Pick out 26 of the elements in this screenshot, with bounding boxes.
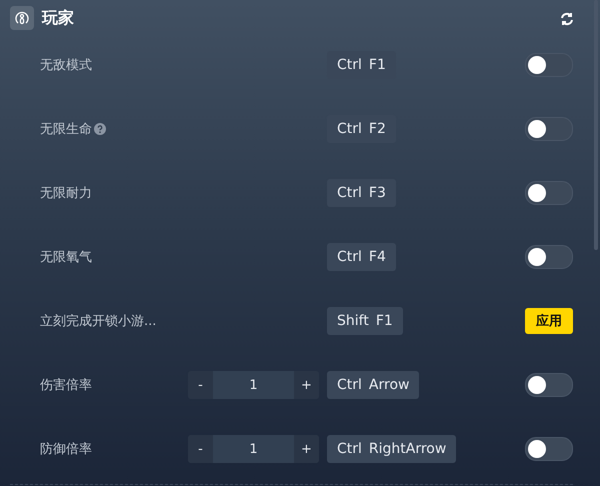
hotkey-button[interactable]: Shift F1 [327,307,403,335]
toggle-switch[interactable] [525,437,573,461]
value-field[interactable]: 1 [213,371,294,399]
toggle-switch[interactable] [525,181,573,205]
help-icon[interactable] [94,123,106,135]
toggle-switch[interactable] [525,53,573,77]
setting-label: 无限氧气 [40,249,92,266]
setting-label: 立刻完成开锁小游... [40,313,156,330]
player-icon [10,6,34,30]
hotkey-button[interactable]: Ctrl F2 [327,115,396,143]
setting-label: 无限耐力 [40,185,92,202]
setting-label: 无限生命 [40,121,92,138]
hotkey-button[interactable]: Ctrl F3 [327,179,396,207]
toggle-switch[interactable] [525,245,573,269]
hotkey-button[interactable]: Ctrl Arrow [327,371,420,399]
setting-label: 防御倍率 [40,441,92,458]
setting-label: 无敌模式 [40,57,92,74]
value-field[interactable]: 1 [213,435,294,463]
apply-button[interactable]: 应用 [525,308,573,334]
panel-title: 玩家 [42,8,74,28]
hotkey-button[interactable]: Ctrl F4 [327,243,396,271]
hotkey-button[interactable]: Ctrl RightArrow [327,435,456,463]
setting-label: 伤害倍率 [40,377,92,394]
refresh-icon[interactable] [560,12,574,26]
toggle-switch[interactable] [525,117,573,141]
toggle-switch[interactable] [525,373,573,397]
